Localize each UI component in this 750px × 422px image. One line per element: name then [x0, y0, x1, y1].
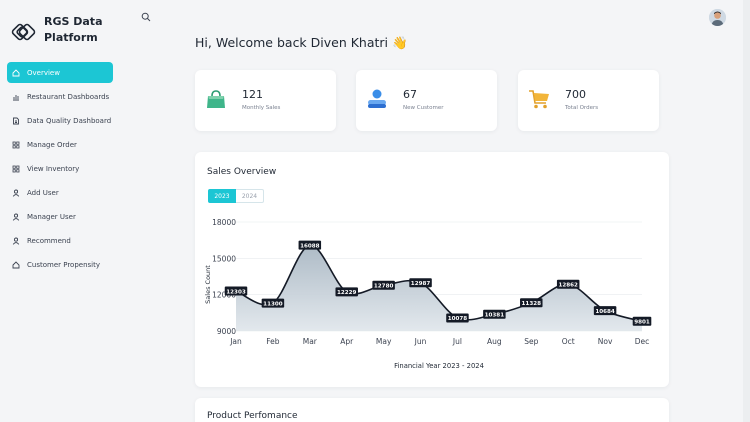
- user-icon: [12, 237, 20, 245]
- sidebar-item-add-user[interactable]: Add User: [7, 182, 113, 203]
- stat-value: 121: [242, 88, 263, 101]
- page-scrollbar[interactable]: [743, 0, 750, 422]
- avatar[interactable]: [709, 9, 726, 26]
- sidebar-item-label: Customer Propensity: [27, 260, 100, 269]
- sidebar-item-label: Restaurant Dashboards: [27, 92, 110, 101]
- sidebar-item-view-inventory[interactable]: View Inventory: [7, 158, 113, 179]
- x-tick-label: Nov: [598, 337, 613, 346]
- product-performance-title: Product Perfomance: [207, 411, 298, 421]
- stat-label: New Customer: [403, 105, 444, 111]
- x-tick-label: Aug: [487, 337, 502, 346]
- sidebar-item-label: Recommend: [27, 236, 71, 245]
- x-tick-label: Mar: [303, 337, 318, 346]
- sidebar-item-manage-order[interactable]: Manage Order: [7, 134, 113, 155]
- shopping-bag-icon: [207, 90, 225, 108]
- y-axis-label: Sales Count: [204, 265, 212, 304]
- document-icon: [12, 117, 20, 125]
- customers-icon: [368, 89, 386, 108]
- y-tick-label: 15000: [212, 254, 236, 263]
- stat-label: Total Orders: [565, 105, 599, 111]
- data-label: 10381: [485, 313, 505, 319]
- sidebar-item-label: Data Quality Dashboard: [27, 116, 112, 125]
- welcome-heading: Hi, Welcome back Diven Khatri 👋: [195, 35, 408, 50]
- sales-overview-card: Sales Overview 2023 2024 9000 12000 15000 1…: [195, 152, 669, 387]
- x-tick-label: Dec: [635, 337, 650, 346]
- sidebar-item-data-quality-dashboard[interactable]: Data Quality Dashboard: [7, 110, 113, 131]
- sidebar-item-label: Manage Order: [27, 140, 77, 149]
- sidebar-item-label: Overview: [27, 68, 60, 77]
- home-icon: [12, 260, 20, 269]
- sidebar-item-label: View Inventory: [27, 164, 80, 173]
- x-tick-label: Jan: [229, 337, 242, 346]
- sidebar-item-recommend[interactable]: Recommend: [7, 230, 113, 251]
- stat-card-new-customer: 67 New Customer: [356, 70, 497, 131]
- product-performance-card: Product Perfomance: [195, 398, 669, 422]
- sidebar-item-label: Manager User: [27, 212, 76, 221]
- stat-value: 67: [403, 88, 417, 101]
- sidebar-item-manager-user[interactable]: Manager User: [7, 206, 113, 227]
- avatar-image: [709, 9, 726, 26]
- x-tick-label: Jun: [414, 337, 427, 346]
- brand-logo-icon: [11, 23, 36, 41]
- home-icon: [12, 68, 20, 77]
- y-tick-label: 9000: [217, 327, 236, 336]
- search-icon[interactable]: [141, 12, 151, 22]
- data-label: 10078: [448, 316, 468, 322]
- bar-chart-icon: [12, 93, 20, 101]
- data-label: 9801: [634, 320, 650, 326]
- sidebar-item-restaurant-dashboards[interactable]: Restaurant Dashboards: [7, 86, 113, 107]
- sales-chart: 9000120001500018000123031130016088122291…: [204, 218, 652, 370]
- data-label: 10684: [595, 309, 615, 315]
- sidebar-item-customer-propensity[interactable]: Customer Propensity: [7, 254, 113, 275]
- y-tick-label: 18000: [212, 218, 236, 227]
- data-label: 12862: [558, 283, 578, 289]
- grid-icon: [12, 141, 20, 149]
- stat-label: Monthly Sales: [242, 105, 281, 111]
- sidebar-item-label: Add User: [27, 188, 59, 197]
- brand[interactable]: RGS Data Platform: [10, 14, 114, 47]
- sidebar-nav: Overview Restaurant Dashboards Data Qualit…: [7, 62, 113, 278]
- data-label: 16088: [300, 243, 320, 249]
- x-tick-label: Apr: [340, 337, 354, 346]
- sidebar-item-overview[interactable]: Overview: [7, 62, 113, 83]
- data-label: 12987: [411, 281, 431, 287]
- x-axis-label: Financial Year 2023 - 2024: [394, 362, 484, 370]
- cart-icon: [529, 90, 549, 109]
- data-label: 12229: [337, 290, 357, 296]
- data-label: 11300: [263, 301, 283, 307]
- x-tick-label: Jul: [452, 337, 462, 346]
- stat-card-monthly-sales: 121 Monthly Sales: [195, 70, 336, 131]
- x-tick-label: Sep: [524, 337, 538, 346]
- stat-card-total-orders: 700 Total Orders: [518, 70, 659, 131]
- data-label: 11328: [522, 301, 542, 307]
- x-tick-label: Feb: [266, 337, 280, 346]
- x-tick-label: May: [376, 337, 392, 346]
- user-icon: [12, 213, 20, 221]
- x-tick-label: Oct: [562, 337, 575, 346]
- brand-name: RGS Data Platform: [44, 15, 103, 44]
- stat-value: 700: [565, 88, 586, 101]
- grid-icon: [12, 165, 20, 173]
- data-label: 12780: [374, 284, 394, 290]
- user-icon: [12, 189, 20, 197]
- sidebar: RGS Data Platform Overview Restaurant Das…: [0, 0, 121, 422]
- data-label: 12303: [226, 289, 246, 295]
- series-area: [236, 245, 642, 331]
